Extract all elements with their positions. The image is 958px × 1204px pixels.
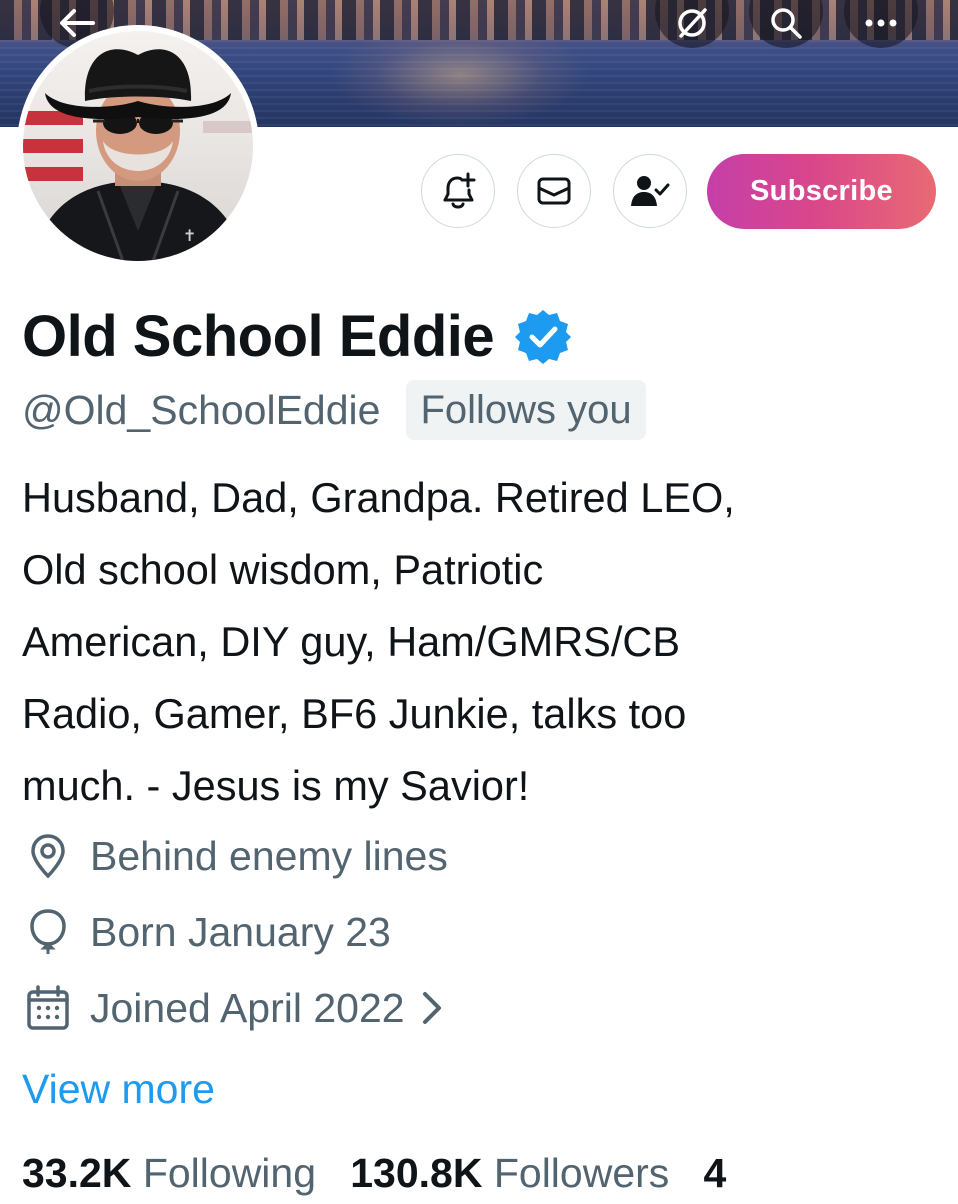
bio-line: Radio, Gamer, BF6 Junkie, talks too — [22, 690, 687, 737]
message-button[interactable] — [517, 154, 591, 228]
search-icon — [771, 8, 802, 39]
follow-stats: 33.2K Following 130.8K Followers 4 — [22, 1142, 726, 1204]
profile-handle: @Old_SchoolEddie — [22, 387, 381, 433]
followers-stat[interactable]: 130.8K Followers — [350, 1150, 669, 1196]
location-text: Behind enemy lines — [90, 832, 448, 879]
following-stat[interactable]: 33.2K Following — [22, 1150, 316, 1196]
profile-name-row: Old School Eddie — [22, 302, 572, 372]
avatar-photo: ✝ — [23, 31, 253, 261]
bio-line: Old school wisdom, Patriotic — [22, 546, 544, 593]
profile-handle-row: @Old_SchoolEddie Follows you — [22, 379, 646, 441]
bio-line: American, DIY guy, Ham/GMRS/CB — [22, 618, 681, 665]
envelope-icon — [537, 177, 571, 205]
bell-plus-icon — [443, 172, 476, 209]
person-check-icon — [631, 176, 670, 206]
notify-button[interactable] — [421, 154, 495, 228]
birthday-row: Born January 23 — [22, 906, 391, 958]
chevron-right-icon[interactable] — [421, 990, 443, 1026]
follows-you-badge: Follows you — [406, 380, 646, 440]
extra-stat-count[interactable]: 4 — [703, 1150, 726, 1196]
grok-icon — [678, 8, 707, 38]
arrow-left-icon — [60, 9, 95, 37]
verified-badge-icon[interactable] — [514, 308, 572, 366]
svg-text:✝: ✝ — [183, 226, 196, 245]
location-pin-icon — [31, 834, 65, 879]
joined-row[interactable]: Joined April 2022 — [22, 982, 443, 1034]
subscribe-button[interactable]: Subscribe — [707, 154, 936, 229]
profile-bio: Husband, Dad, Grandpa. Retired LEO, Old … — [22, 462, 942, 822]
profile-avatar[interactable]: ✝ — [17, 25, 259, 267]
followers-label: Followers — [493, 1150, 670, 1196]
location-row: Behind enemy lines — [22, 830, 448, 882]
following-label: Following — [142, 1150, 317, 1196]
following-button[interactable] — [613, 154, 687, 228]
profile-name: Old School Eddie — [22, 304, 495, 369]
bio-line: Husband, Dad, Grandpa. Retired LEO, — [22, 474, 735, 521]
calendar-icon — [27, 985, 69, 1030]
avatar-illustration: ✝ — [23, 49, 253, 261]
joined-text[interactable]: Joined April 2022 — [90, 985, 405, 1032]
following-count: 33.2K — [22, 1150, 132, 1196]
bio-line: much. - Jesus is my Savior! — [22, 762, 530, 809]
birthday-text: Born January 23 — [90, 908, 391, 955]
balloon-icon — [30, 909, 66, 954]
more-horizontal-icon — [865, 19, 897, 27]
followers-count: 130.8K — [350, 1150, 483, 1196]
view-more-link[interactable]: View more — [22, 1058, 215, 1120]
